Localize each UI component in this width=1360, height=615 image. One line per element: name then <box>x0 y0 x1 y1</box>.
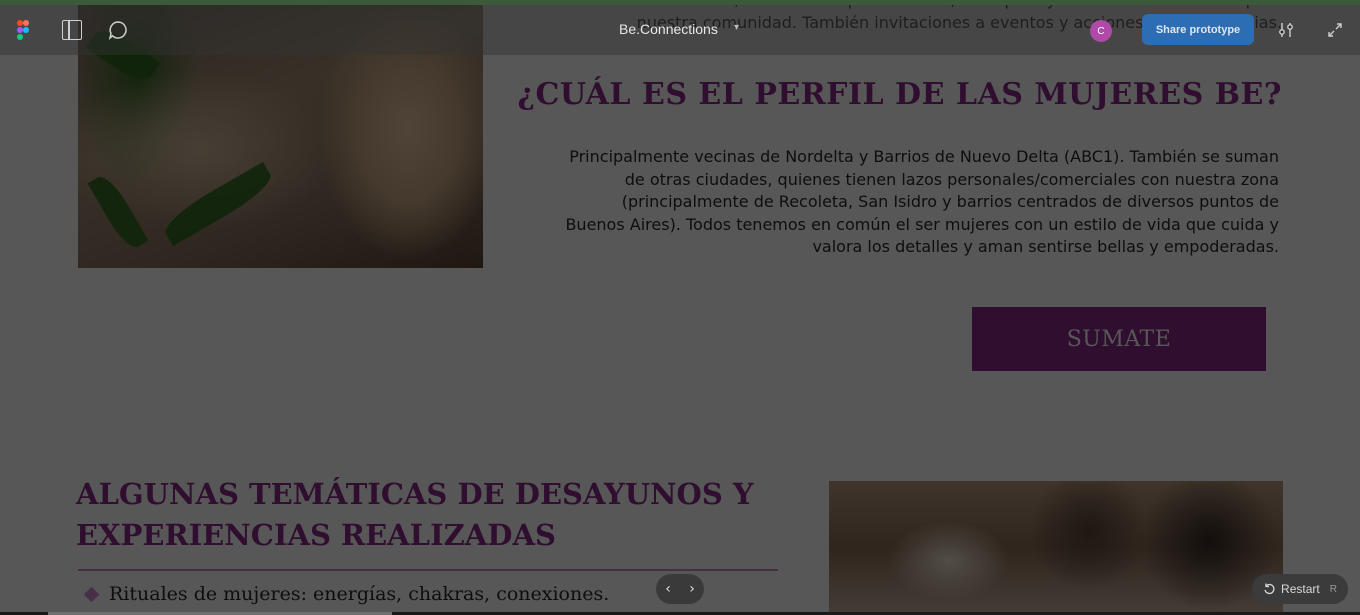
prototype-page: Además como socia, vas a recibir promoci… <box>0 0 1360 615</box>
share-prototype-button[interactable]: Share prototype <box>1142 14 1254 45</box>
diamond-bullet-icon <box>83 586 100 602</box>
settings-sliders-icon[interactable] <box>1277 21 1295 39</box>
section-divider <box>78 569 778 571</box>
restart-shortcut: R <box>1329 583 1337 595</box>
avatar[interactable]: C <box>1090 20 1112 42</box>
restart-label: Restart <box>1281 582 1320 596</box>
toolbar-accent <box>0 0 1360 5</box>
fern-leaf <box>159 161 277 247</box>
list-item: Rituales de mujeres: energías, chakras, … <box>83 583 610 605</box>
prev-frame-icon[interactable]: ‹ <box>665 581 671 597</box>
frame-navigation: ‹ › <box>656 574 704 604</box>
perfil-paragraph: Principalmente vecinas de Nordelta y Bar… <box>565 147 1279 257</box>
breakfast-photo <box>829 481 1283 615</box>
next-frame-icon[interactable]: › <box>689 581 695 597</box>
sidebar-toggle-icon[interactable] <box>62 20 82 40</box>
fullscreen-expand-icon[interactable] <box>1326 21 1344 39</box>
comment-icon[interactable] <box>108 20 128 40</box>
perfil-title: ¿CUÁL ES EL PERFIL DE LAS MUJERES BE? <box>517 77 1282 112</box>
fern-leaf <box>87 171 149 253</box>
figma-toolbar: Be.Connections ▾ C Share prototype <box>0 0 1360 55</box>
tematicas-title: ALGUNAS TEMÁTICAS DE DESAYUNOS Y EXPERIE… <box>76 477 754 552</box>
restart-icon <box>1264 583 1275 595</box>
file-title[interactable]: Be.Connections <box>619 21 718 37</box>
figma-logo-icon[interactable] <box>14 19 34 41</box>
restart-button[interactable]: Restart R <box>1252 574 1348 604</box>
chevron-down-icon[interactable]: ▾ <box>734 22 739 33</box>
sumate-button[interactable]: SUMATE <box>972 307 1266 371</box>
list-item-label: Rituales de mujeres: energías, chakras, … <box>109 583 610 605</box>
